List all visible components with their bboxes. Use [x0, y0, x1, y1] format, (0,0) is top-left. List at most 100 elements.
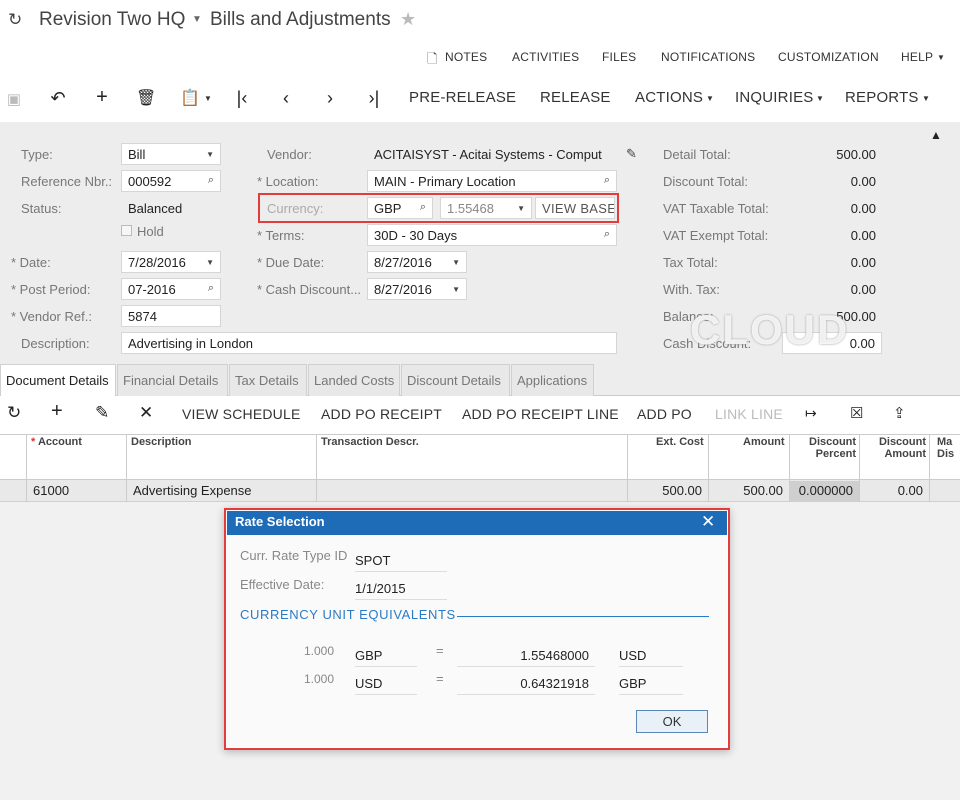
first-record-icon[interactable]: |‹	[232, 88, 252, 109]
favorite-star-icon[interactable]: ★	[400, 9, 416, 30]
help-chevron-icon[interactable]: ▼	[937, 53, 945, 62]
delete-icon[interactable]: 🗑	[136, 88, 156, 108]
export-excel-icon[interactable]: ☒	[850, 404, 863, 422]
view-schedule-button[interactable]: VIEW SCHEDULE	[182, 406, 301, 422]
fit-columns-icon[interactable]: ↦	[805, 405, 817, 422]
currency-highlight-box	[258, 193, 619, 223]
dropdown-arrow-icon: ▼	[206, 258, 214, 267]
grid-refresh-icon[interactable]: ↻	[7, 403, 21, 423]
link-line-button[interactable]: LINK LINE	[715, 406, 783, 422]
status-value: Balanced	[128, 201, 183, 216]
col-discount-amount[interactable]: Discount Amount	[878, 436, 926, 460]
col-discount-percent[interactable]: Discount Percent	[809, 436, 856, 460]
to-currency-2: GBP	[619, 676, 683, 695]
refresh-icon[interactable]: ↻	[8, 10, 22, 30]
tab-document-details[interactable]: Document Details	[0, 364, 116, 396]
add-icon[interactable]: +	[92, 86, 112, 109]
pre-release-button[interactable]: PRE-RELEASE	[409, 89, 516, 106]
notes-link[interactable]: NOTES	[445, 50, 487, 64]
ok-button[interactable]: OK	[636, 710, 708, 733]
clipboard-chevron-icon[interactable]: ▼	[204, 94, 212, 103]
chevron-down-icon[interactable]: ▼	[192, 14, 202, 25]
rate-type-field[interactable]: SPOT	[355, 553, 447, 572]
tab-landed-costs[interactable]: Landed Costs	[308, 364, 400, 396]
type-label: Type:	[21, 147, 53, 162]
save-icon[interactable]: ▣	[4, 90, 24, 108]
cash-discount-date-field[interactable]: 8/27/2016 ▼	[367, 278, 467, 300]
tab-applications[interactable]: Applications	[511, 364, 594, 396]
row-description[interactable]: Advertising Expense	[133, 483, 252, 498]
row-discount-percent[interactable]: 0.000000	[793, 483, 853, 498]
col-amount[interactable]: Amount	[743, 436, 785, 448]
cash-discount-date-label: * Cash Discount...	[257, 282, 362, 297]
customization-link[interactable]: CUSTOMIZATION	[778, 50, 879, 64]
status-label: Status:	[21, 201, 62, 216]
vendor-field[interactable]: ACITAISYST - Acitai Systems - Comput	[367, 143, 617, 165]
tab-tax-details[interactable]: Tax Details	[229, 364, 307, 396]
undo-icon[interactable]: ↶	[48, 88, 68, 109]
reports-menu[interactable]: REPORTS	[845, 89, 919, 106]
reports-chevron-icon[interactable]: ▼	[922, 94, 930, 103]
rate-field-1[interactable]: 1.55468000	[457, 648, 595, 667]
from-currency-2: USD	[355, 676, 417, 695]
close-icon[interactable]: ✕	[701, 512, 715, 532]
add-po-receipt-line-button[interactable]: ADD PO RECEIPT LINE	[462, 406, 619, 422]
release-button[interactable]: RELEASE	[540, 89, 611, 106]
due-date-field[interactable]: 8/27/2016 ▼	[367, 251, 467, 273]
row-discount-amount[interactable]: 0.00	[863, 483, 923, 498]
previous-record-icon[interactable]: ‹	[276, 88, 296, 109]
description-label: Description:	[21, 336, 90, 351]
row-amount[interactable]: 500.00	[720, 483, 783, 498]
description-field[interactable]: Advertising in London	[121, 332, 617, 354]
col-transaction-descr[interactable]: Transaction Descr.	[321, 436, 419, 448]
effective-date-field[interactable]: 1/1/2015	[355, 581, 447, 600]
collapse-icon[interactable]: ▲	[930, 128, 942, 142]
actions-chevron-icon[interactable]: ▼	[706, 94, 714, 103]
edit-pencil-icon[interactable]: ✎	[626, 146, 637, 162]
rate-field-2[interactable]: 0.64321918	[457, 676, 595, 695]
col-more[interactable]: Ma Dis	[937, 436, 954, 460]
col-description[interactable]: Description	[131, 436, 192, 448]
grid-add-icon[interactable]: +	[51, 400, 63, 423]
actions-menu[interactable]: ACTIONS	[635, 89, 703, 106]
vendor-ref-field[interactable]: 5874	[121, 305, 221, 327]
next-record-icon[interactable]: ›	[320, 88, 340, 109]
tab-financial-details[interactable]: Financial Details	[117, 364, 228, 396]
col-ext-cost[interactable]: Ext. Cost	[656, 436, 704, 448]
type-select[interactable]: Bill ▼	[121, 143, 221, 165]
search-icon: ⌕	[603, 174, 610, 186]
row-ext-cost[interactable]: 500.00	[640, 483, 702, 498]
clipboard-icon[interactable]: 📋	[180, 88, 200, 108]
dialog-title: Rate Selection	[235, 514, 325, 529]
post-period-field[interactable]: 07-2016 ⌕	[121, 278, 221, 300]
hold-checkbox[interactable]	[121, 225, 132, 236]
row-account[interactable]: 61000	[33, 483, 69, 498]
inquiries-chevron-icon[interactable]: ▼	[816, 94, 824, 103]
terms-field[interactable]: 30D - 30 Days ⌕	[367, 224, 617, 246]
grid-delete-icon[interactable]: ✕	[139, 403, 153, 423]
equals-sign-2: =	[436, 671, 444, 686]
files-link[interactable]: FILES	[602, 50, 636, 64]
date-field[interactable]: 7/28/2016 ▼	[121, 251, 221, 273]
add-po-button[interactable]: ADD PO	[637, 406, 692, 422]
add-po-receipt-button[interactable]: ADD PO RECEIPT	[321, 406, 442, 422]
terms-label: * Terms:	[257, 228, 305, 243]
grid-edit-icon[interactable]: ✎	[95, 403, 109, 423]
refnbr-label: Reference Nbr.:	[21, 174, 113, 189]
company-name[interactable]: Revision Two HQ	[39, 9, 185, 31]
notes-icon: 🗋	[427, 51, 438, 66]
upload-icon[interactable]: ⇪	[893, 404, 906, 422]
help-link[interactable]: HELP	[901, 50, 933, 64]
refnbr-field[interactable]: 000592 ⌕	[121, 170, 221, 192]
dropdown-arrow-icon: ▼	[452, 258, 460, 267]
inquiries-menu[interactable]: INQUIRIES	[735, 89, 813, 106]
unit-qty-1: 1.000	[304, 644, 335, 658]
search-icon: ⌕	[207, 174, 214, 186]
notifications-link[interactable]: NOTIFICATIONS	[661, 50, 755, 64]
tab-discount-details[interactable]: Discount Details	[401, 364, 510, 396]
col-account[interactable]: * Account	[31, 436, 82, 448]
detail-total-label: Detail Total:	[663, 147, 731, 162]
last-record-icon[interactable]: ›|	[364, 88, 384, 109]
activities-link[interactable]: ACTIVITIES	[512, 50, 579, 64]
location-field[interactable]: MAIN - Primary Location ⌕	[367, 170, 617, 192]
